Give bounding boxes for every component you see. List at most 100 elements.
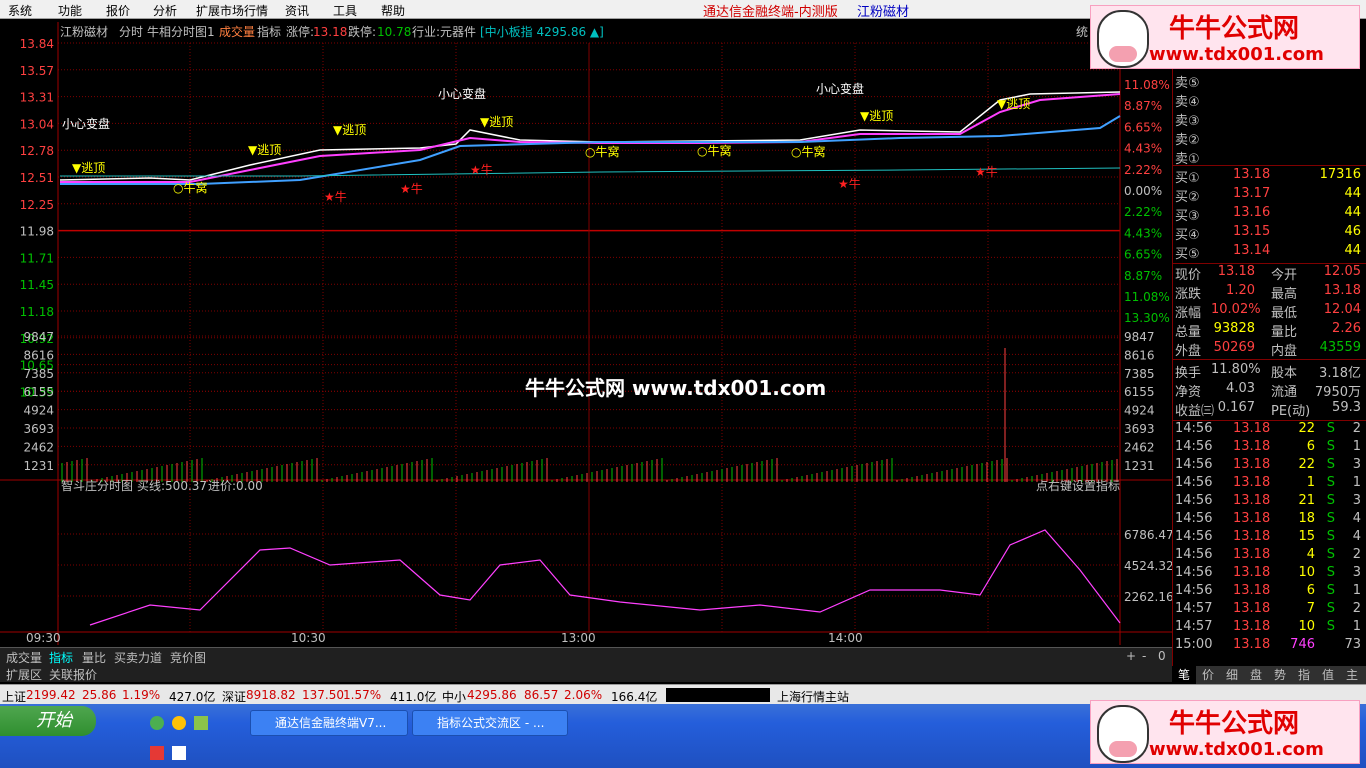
tick-flag: S — [1326, 457, 1335, 472]
percent-tick: 8.87% — [1124, 269, 1162, 283]
entry-price: 进价:0.00 — [208, 479, 263, 493]
percent-tick: 8.87% — [1124, 99, 1162, 113]
help-icon[interactable] — [172, 746, 186, 760]
desktop-icon[interactable] — [194, 716, 208, 730]
volume-tick: 7385 — [23, 367, 54, 381]
rp-tab-2[interactable]: 细 — [1220, 666, 1244, 684]
quote-value: 11.80% — [1211, 362, 1261, 377]
quote-row: 总量 93828 量比 2.26 — [1175, 321, 1365, 340]
quote-value: 12.05 — [1323, 264, 1361, 279]
zero-button[interactable]: 0 — [1158, 649, 1166, 663]
price-tick: 12.78 — [20, 144, 54, 158]
tick-row: 14:56 13.18 6 S 1 — [1175, 439, 1365, 457]
volume-tick: 8616 — [23, 348, 54, 362]
sh-label: 上证 — [2, 690, 27, 704]
zoom-out-button[interactable]: - — [1142, 649, 1146, 663]
tick-volume: 6 — [1306, 583, 1315, 598]
chart-mode[interactable]: 分时 — [119, 25, 143, 39]
tick-volume: 7 — [1306, 601, 1315, 616]
intraday-chart[interactable]: 江粉磁材 分时 牛相分时图1 成交量 指标 涨停: 13.18 跌停: 10.7… — [0, 20, 1172, 647]
quote-row: 涨幅 10.02% 最低 12.04 — [1175, 302, 1365, 321]
rp-tab-1[interactable]: 价 — [1196, 666, 1220, 684]
tick-count: 1 — [1352, 439, 1361, 454]
zoom-in-button[interactable]: + — [1126, 649, 1136, 663]
tick-volume: 10 — [1298, 619, 1315, 634]
cow-icon — [1097, 705, 1149, 763]
task-tdx[interactable]: 通达信金融终端V7... — [250, 710, 408, 736]
quote-key: 股本 — [1271, 366, 1298, 381]
up-limit-label: 涨停: — [286, 24, 314, 39]
rp-tab-3[interactable]: 盘 — [1244, 666, 1268, 684]
price-tick: 11.98 — [20, 225, 54, 239]
tab-related-quote[interactable]: 关联报价 — [49, 666, 97, 683]
menu-help[interactable]: 帮助 — [381, 2, 405, 19]
buy-row[interactable]: 买④ 13.15 46 — [1175, 224, 1365, 243]
down-limit-label: 跌停: — [348, 24, 376, 39]
rp-tab-6[interactable]: 值 — [1316, 666, 1340, 684]
tick-count: 3 — [1352, 493, 1361, 508]
tick-price: 13.18 — [1233, 457, 1271, 472]
tick-price: 13.18 — [1233, 637, 1271, 652]
start-button[interactable]: 开始 — [0, 706, 96, 736]
lower-right-label[interactable]: 点右键设置指标 — [1036, 478, 1120, 493]
menu-analysis[interactable]: 分析 — [153, 2, 177, 19]
quote-value: 4.03 — [1226, 381, 1255, 396]
quote-row: 涨跌 1.20 最高 13.18 — [1175, 283, 1365, 302]
server-name[interactable]: 上海行情主站 — [777, 688, 849, 705]
right-panel: 卖⑤ 卖④ 卖③ 卖② 卖① 买① 13.18 17316 买② 13.17 44 买③ 13.16 44… — [1172, 20, 1366, 684]
rp-tab-4[interactable]: 势 — [1268, 666, 1292, 684]
tick-row: 14:56 13.18 22 S 3 — [1175, 457, 1365, 475]
quote-key: PE(动) — [1271, 404, 1311, 419]
sell-row[interactable]: 卖① — [1175, 148, 1365, 167]
sell-row[interactable]: 卖② — [1175, 129, 1365, 148]
rp-tab-5[interactable]: 指 — [1292, 666, 1316, 684]
tick-flag: S — [1326, 619, 1335, 634]
task-forum[interactable]: 指标公式交流区 - ... — [412, 710, 568, 736]
menu-system[interactable]: 系统 — [8, 2, 32, 19]
tick-price: 13.18 — [1233, 529, 1271, 544]
tick-flag: S — [1326, 601, 1335, 616]
tick-volume: 1 — [1306, 475, 1315, 490]
buy-row[interactable]: 买① 13.18 17316 — [1175, 167, 1365, 186]
app-s-icon[interactable] — [150, 746, 164, 760]
quote-key: 今开 — [1271, 268, 1298, 283]
menu-function[interactable]: 功能 — [58, 2, 82, 19]
sell-row[interactable]: 卖③ — [1175, 110, 1365, 129]
tick-flag: S — [1326, 475, 1335, 490]
tab-extension[interactable]: 扩展区 — [6, 666, 42, 683]
signal-warn: 小心变盘 — [438, 86, 486, 101]
tick-flag: S — [1326, 565, 1335, 580]
bottom-tabs: 成交量 指标 量比 买卖力道 竞价图 + - 0 — [0, 647, 1172, 665]
rp-tab-0[interactable]: 笔 — [1172, 666, 1196, 684]
sh-change: 25.86 — [82, 688, 117, 702]
buy-volume: 44 — [1344, 205, 1361, 220]
percent-tick: 4.43% — [1124, 142, 1162, 156]
sell-row[interactable]: 卖④ — [1175, 91, 1365, 110]
sell-row[interactable]: 卖⑤ — [1175, 72, 1365, 91]
buy-row[interactable]: 买⑤ 13.14 44 — [1175, 243, 1365, 262]
browser-icon[interactable] — [150, 716, 164, 730]
tick-count: 1 — [1352, 475, 1361, 490]
buy-label: 买③ — [1175, 209, 1200, 224]
tick-row: 14:56 13.18 22 S 2 — [1175, 421, 1365, 439]
tick-row: 15:00 13.18 746 73 — [1175, 637, 1365, 655]
buy-row[interactable]: 买③ 13.16 44 — [1175, 205, 1365, 224]
signal-bull: ★牛 — [324, 189, 347, 204]
menu-news[interactable]: 资讯 — [285, 2, 309, 19]
tick-price: 13.18 — [1233, 511, 1271, 526]
tick-volume: 4 — [1306, 547, 1315, 562]
buy-row[interactable]: 买② 13.17 44 — [1175, 186, 1365, 205]
quote-value: 50269 — [1213, 340, 1255, 355]
signal-bull: ★牛 — [400, 181, 423, 196]
percent-tick: 6.65% — [1124, 120, 1162, 134]
menu-quote[interactable]: 报价 — [106, 2, 130, 19]
menu-tools[interactable]: 工具 — [333, 2, 357, 19]
tick-flag: S — [1326, 529, 1335, 544]
media-icon[interactable] — [172, 716, 186, 730]
panel-divider — [1173, 263, 1366, 264]
menu-extended-market[interactable]: 扩展市场行情 — [196, 2, 268, 19]
rp-tab-7[interactable]: 主 — [1340, 666, 1364, 684]
tick-time: 14:56 — [1175, 457, 1213, 472]
buy-volume: 17316 — [1319, 167, 1361, 182]
signal-nest: ○牛窝 — [697, 143, 731, 158]
